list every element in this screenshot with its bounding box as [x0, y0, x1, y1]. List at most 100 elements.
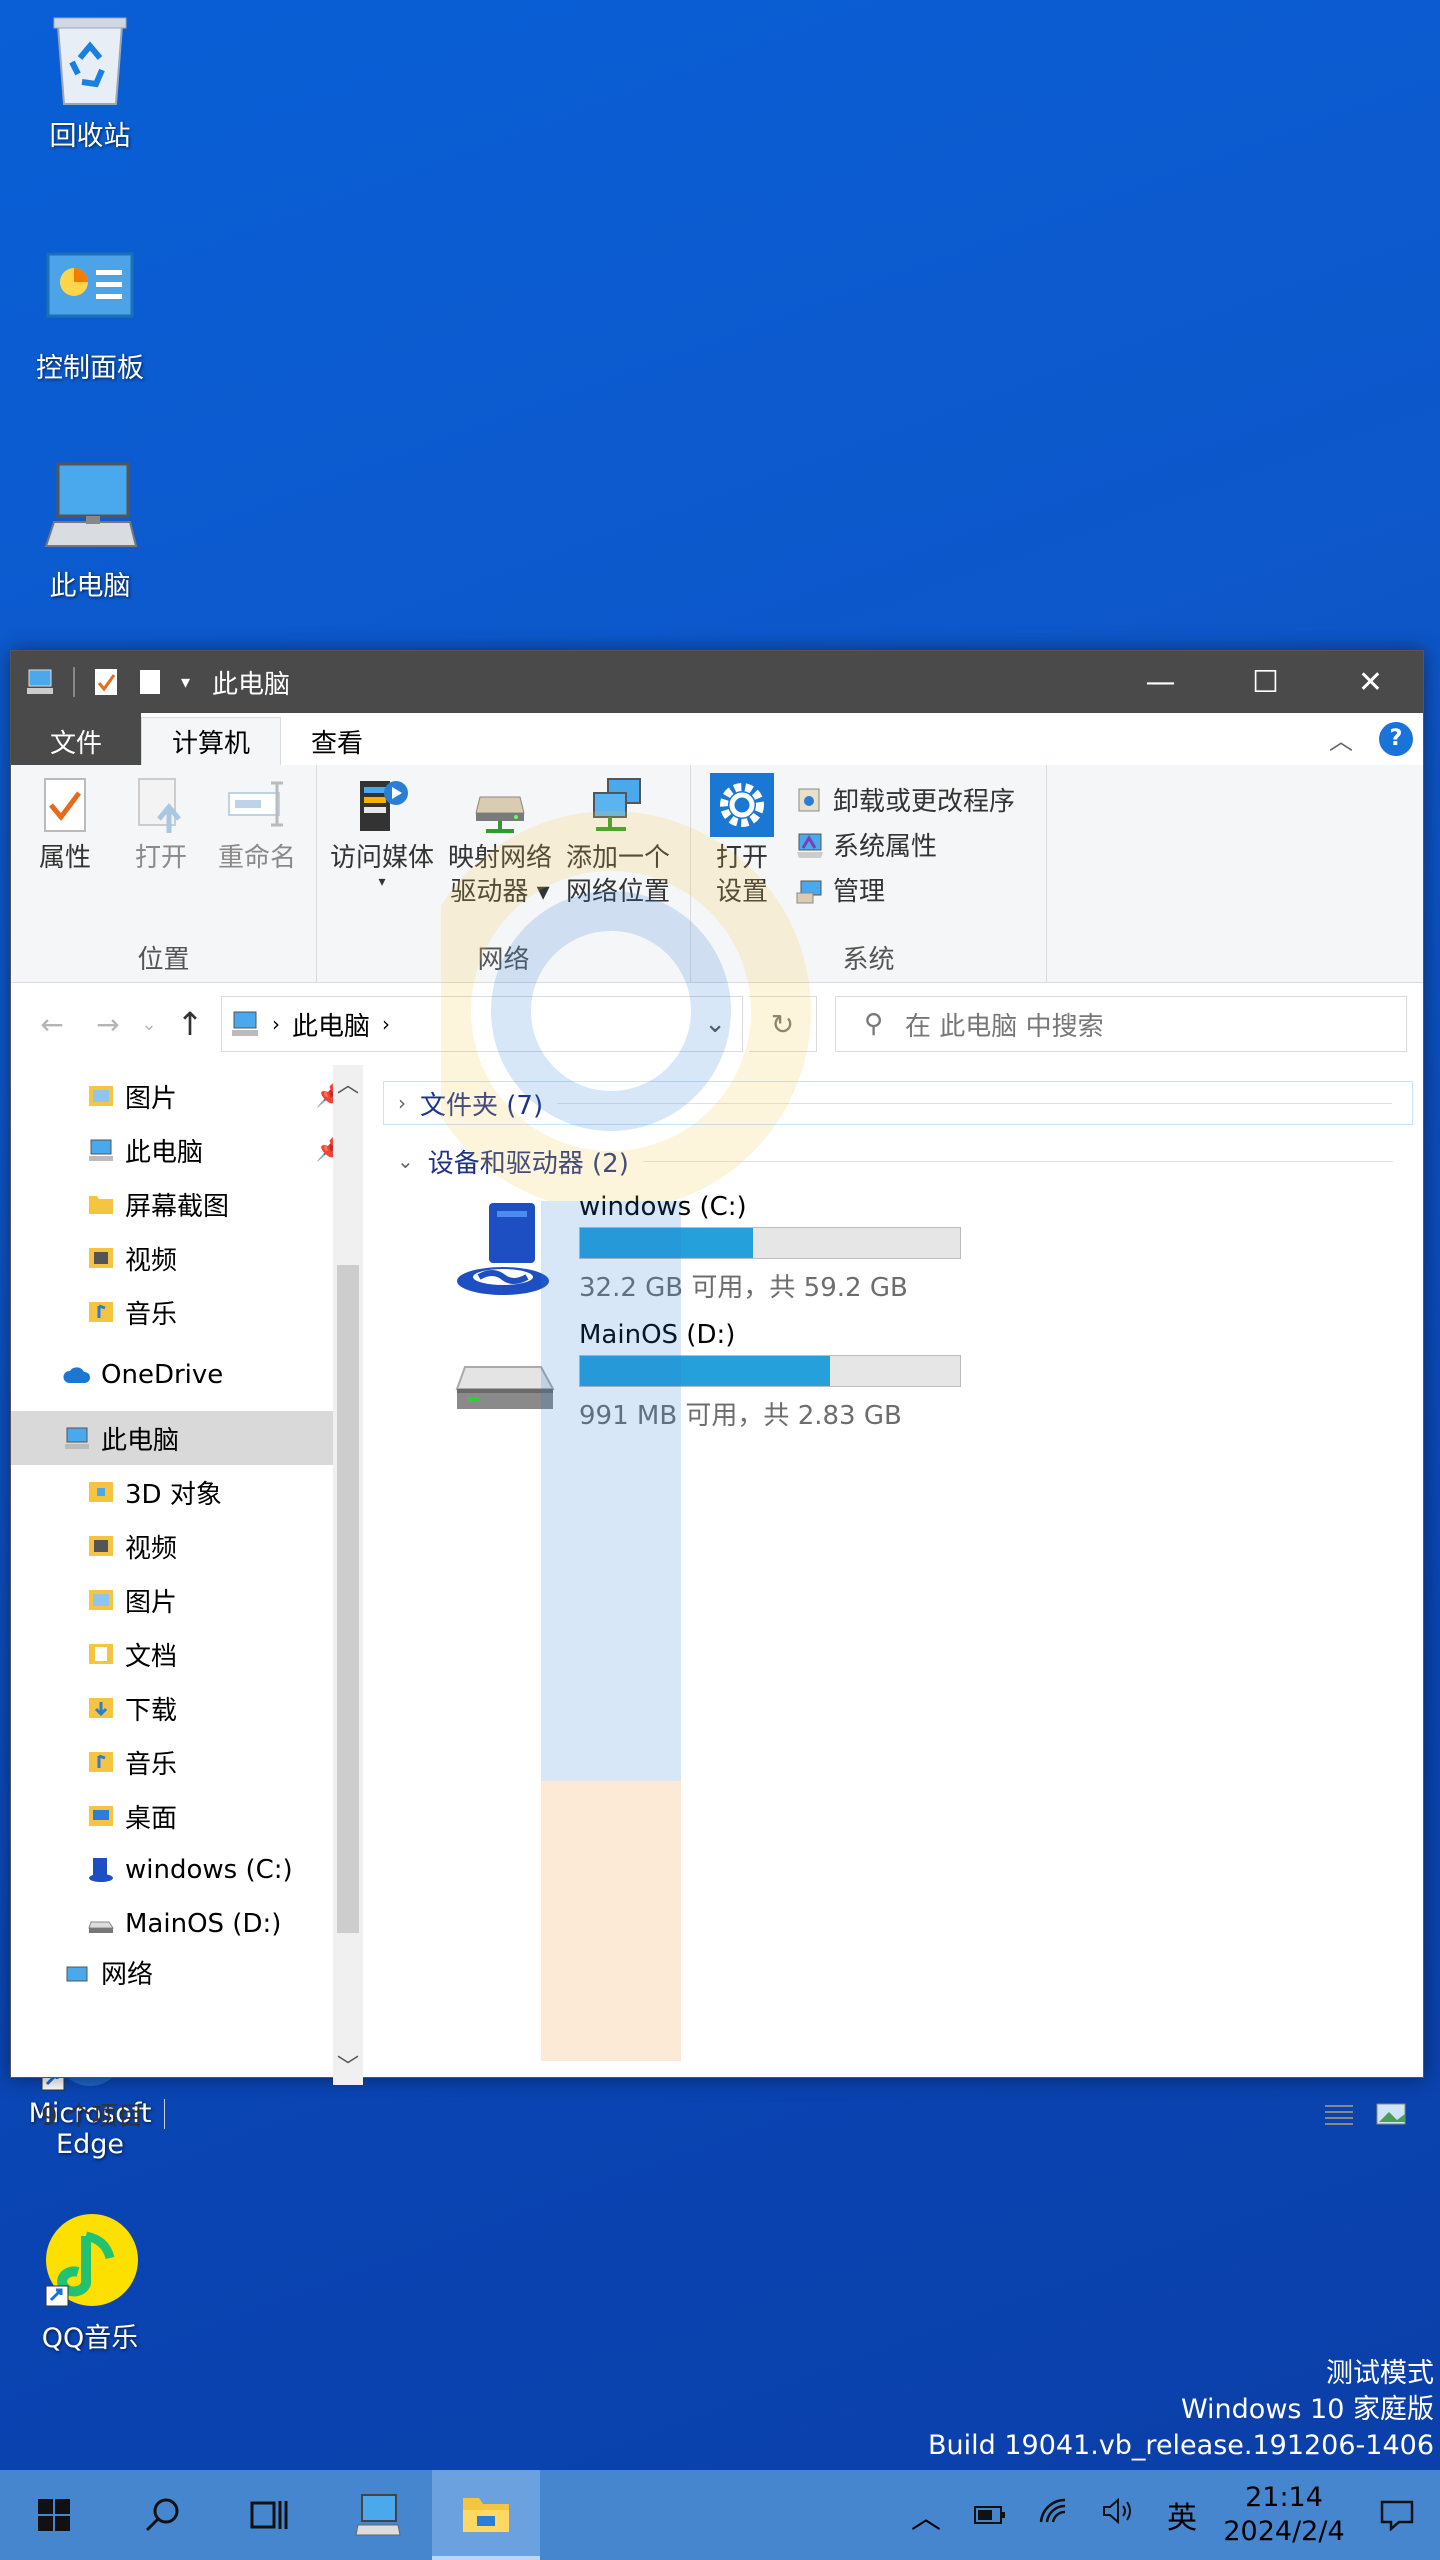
address-history-chevron-icon[interactable]: ⌄ — [704, 1009, 742, 1039]
close-icon: ✕ — [1357, 664, 1384, 700]
maximize-icon: ☐ — [1252, 664, 1279, 700]
network-location-icon — [586, 773, 650, 837]
manage-icon — [796, 880, 822, 903]
back-button[interactable]: ← — [27, 1008, 77, 1041]
tab-file[interactable]: 文件 — [11, 717, 141, 765]
search-button[interactable] — [108, 2470, 216, 2560]
nav-item-this-pc-quick[interactable]: 此电脑 📌 — [11, 1123, 363, 1177]
forward-button[interactable]: → — [83, 1008, 133, 1041]
desktop-icon-control-panel[interactable]: 控制面板 — [5, 240, 175, 385]
group-header-folders[interactable]: › 文件夹 (7) — [383, 1081, 1413, 1125]
add-network-location-label-2: 网络位置 — [565, 877, 670, 907]
tab-view[interactable]: 查看 — [281, 717, 393, 765]
up-button[interactable]: ↑ — [165, 1005, 215, 1043]
details-view-icon[interactable] — [1323, 2100, 1355, 2128]
refresh-button[interactable]: ↻ — [749, 996, 817, 1052]
nav-item-downloads[interactable]: 下载 — [11, 1681, 363, 1735]
battery-icon[interactable] — [958, 2498, 1022, 2533]
nav-item-label: 音乐 — [125, 1299, 178, 1330]
ribbon-group-location: 属性 打开 重命名 位置 — [11, 765, 317, 982]
chevron-down-icon[interactable]: ▾ — [181, 672, 190, 693]
system-properties-button[interactable]: 系统属性 — [795, 826, 1015, 863]
nav-item-screenshots[interactable]: 屏幕截图 — [11, 1177, 363, 1231]
nav-item-onedrive[interactable]: OneDrive — [11, 1339, 363, 1411]
group-title-folders: 文件夹 (7) — [420, 1090, 544, 1121]
breadcrumb-separator-icon[interactable]: › — [382, 1012, 390, 1036]
ribbon-group-system: 打开 设置 卸载或更改程序 系统属性 管理 系统 — [691, 765, 1047, 982]
uninstall-program-button[interactable]: 卸载或更改程序 — [795, 781, 1015, 818]
desktop-icon-recycle-bin[interactable]: 回收站 — [5, 8, 175, 153]
scrollbar-thumb[interactable] — [337, 1265, 359, 1933]
taskbar-app-file-explorer[interactable] — [432, 2470, 540, 2560]
group-header-drives[interactable]: ⌄ 设备和驱动器 (2) — [383, 1139, 1413, 1183]
drive-item-d[interactable]: MainOS (D:) 991 MB 可用，共 2.83 GB — [453, 1317, 1413, 1445]
recent-locations-button[interactable]: ⌄ — [139, 1014, 159, 1035]
nav-item-drive-c[interactable]: windows (C:) — [11, 1843, 363, 1897]
videos-folder-icon — [89, 1536, 113, 1556]
network-wifi-icon[interactable] — [1022, 2496, 1086, 2534]
nav-item-videos-quick[interactable]: 视频 — [11, 1231, 363, 1285]
search-input[interactable]: ⚲ 在 此电脑 中搜索 — [835, 996, 1407, 1052]
access-media-label: 访问媒体 — [329, 843, 434, 873]
nav-item-label: 网络 — [101, 1960, 154, 1990]
nav-item-pictures[interactable]: 图片 — [11, 1573, 363, 1627]
scroll-down-icon[interactable]: ﹀ — [333, 2049, 363, 2081]
nav-scrollbar[interactable]: ︿ ﹀ — [333, 1065, 363, 2085]
close-button[interactable]: ✕ — [1318, 651, 1423, 713]
refresh-icon: ↻ — [770, 1007, 795, 1041]
scroll-up-icon[interactable]: ︿ — [333, 1067, 363, 1099]
nav-item-this-pc[interactable]: 此电脑 — [11, 1411, 333, 1465]
clock[interactable]: 21:14 2024/2/4 — [1214, 2481, 1354, 2549]
tab-computer[interactable]: 计算机 — [141, 717, 282, 765]
manage-button[interactable]: 管理 — [795, 871, 1015, 908]
chevron-down-icon: ⌄ — [397, 1149, 414, 1173]
action-center-button[interactable] — [1354, 2499, 1440, 2531]
nav-item-music-quick[interactable]: 音乐 — [11, 1285, 363, 1339]
nav-item-3d-objects[interactable]: 3D 对象 — [11, 1465, 363, 1519]
add-network-location-label-1: 添加一个 — [565, 843, 670, 873]
nav-item-pictures-quick[interactable]: 图片 📌 — [11, 1069, 363, 1123]
nav-item-network[interactable]: 网络 — [11, 1951, 363, 1991]
nav-item-music[interactable]: 音乐 — [11, 1735, 363, 1789]
breadcrumb-separator-icon[interactable]: › — [272, 1012, 280, 1036]
show-hidden-icons-chevron-icon[interactable]: ︿ — [894, 2493, 958, 2537]
address-bar-row: ← → ⌄ ↑ › 此电脑 › ⌄ ↻ ⚲ 在 此电脑 中搜索 — [11, 983, 1423, 1065]
minimize-button[interactable]: — — [1108, 651, 1213, 713]
taskbar-app-this-pc[interactable] — [324, 2470, 432, 2560]
recycle-bin-icon — [40, 8, 140, 108]
nav-item-label: 图片 — [125, 1083, 178, 1114]
properties-quick-icon[interactable] — [93, 667, 119, 697]
ime-indicator[interactable]: 英 — [1150, 2493, 1214, 2537]
nav-item-documents[interactable]: 文档 — [11, 1627, 363, 1681]
taskbar: ︿ 英 21:14 2024/2/4 — [0, 2470, 1440, 2560]
drive-free-space: 991 MB 可用，共 2.83 GB — [579, 1401, 902, 1431]
nav-item-desktop[interactable]: 桌面 — [11, 1789, 363, 1843]
navigation-pane[interactable]: 图片 📌 此电脑 📌 屏幕截图 视频 音乐 OneDrive 此电脑 3D 对象… — [11, 1065, 363, 2085]
breadcrumb-this-pc[interactable]: 此电脑 — [292, 1006, 370, 1043]
desktop-icon-this-pc[interactable]: 此电脑 — [5, 458, 175, 603]
nav-item-label: 此电脑 — [125, 1137, 204, 1168]
chevron-right-icon: › — [398, 1091, 406, 1115]
title-bar[interactable]: ▾ 此电脑 — ☐ ✕ — [11, 651, 1423, 713]
nav-item-label: 此电脑 — [101, 1425, 180, 1456]
drive-item-c[interactable]: windows (C:) 32.2 GB 可用，共 59.2 GB — [453, 1189, 1413, 1317]
nav-item-drive-d[interactable]: MainOS (D:) — [11, 1897, 363, 1951]
collapse-ribbon-icon[interactable]: ︿ — [1329, 721, 1353, 756]
desktop-icon-qq-music[interactable]: QQ音乐 — [5, 2210, 175, 2355]
network-icon — [66, 1966, 88, 1982]
drive-usage-fill — [580, 1356, 831, 1386]
help-icon[interactable]: ? — [1379, 721, 1413, 756]
nav-item-label: 视频 — [125, 1533, 178, 1564]
maximize-button[interactable]: ☐ — [1213, 651, 1318, 713]
large-icons-view-icon[interactable] — [1375, 2100, 1407, 2128]
start-button[interactable] — [0, 2470, 108, 2560]
item-count: 9 个项目 — [41, 2101, 144, 2132]
task-view-button[interactable] — [216, 2470, 324, 2560]
media-icon — [350, 773, 414, 837]
address-field[interactable]: › 此电脑 › ⌄ — [221, 996, 743, 1052]
content-pane[interactable]: › 文件夹 (7) ⌄ 设备和驱动器 (2) windows (C:) 32.2… — [363, 1065, 1423, 2085]
nav-item-videos[interactable]: 视频 — [11, 1519, 363, 1573]
new-folder-quick-icon[interactable] — [137, 667, 163, 697]
volume-icon[interactable] — [1086, 2496, 1150, 2534]
file-explorer-window[interactable]: ▾ 此电脑 — ☐ ✕ 文件 计算机 查看 ︿ ? 属性 打开 重命名 位置 访… — [10, 650, 1424, 2132]
